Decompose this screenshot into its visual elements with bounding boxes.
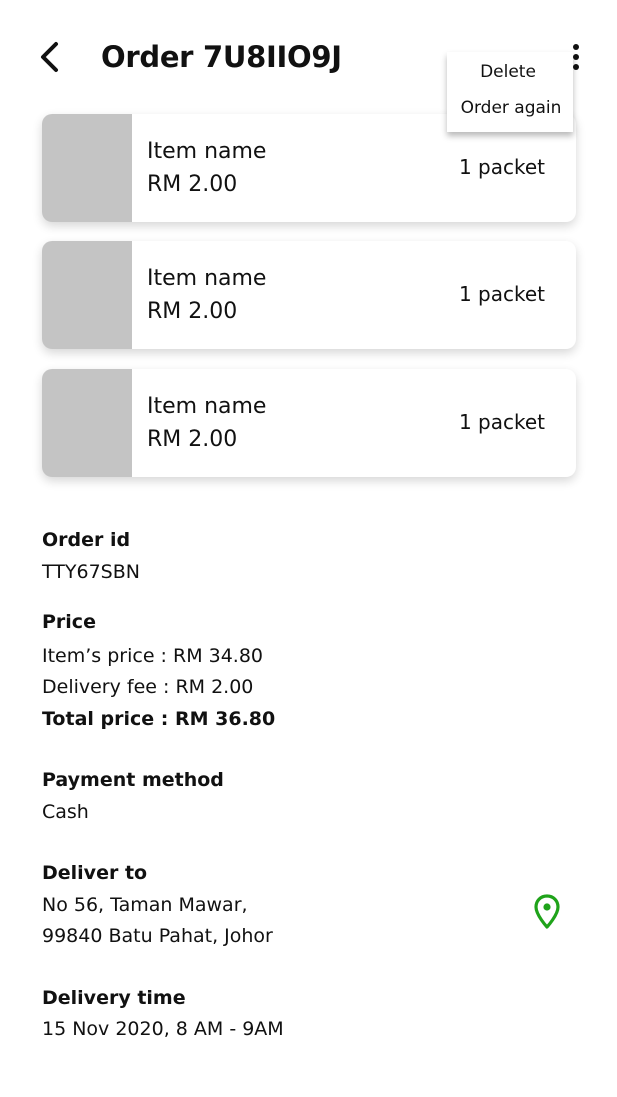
items-price-value: Item’s price : RM 34.80 xyxy=(42,645,264,667)
item-quantity: 1 packet xyxy=(458,282,545,306)
page-title: Order 7U8IIO9J xyxy=(101,40,342,74)
item-quantity: 1 packet xyxy=(458,410,545,434)
item-image-placeholder xyxy=(42,241,132,349)
item-name: Item name xyxy=(147,266,267,291)
delivery-fee-value: Delivery fee : RM 2.00 xyxy=(42,676,254,698)
item-price: RM 2.00 xyxy=(147,172,238,197)
payment-method-value: Cash xyxy=(42,801,89,823)
item-price: RM 2.00 xyxy=(147,299,238,324)
order-item-card[interactable]: Item name RM 2.00 1 packet xyxy=(42,369,576,477)
payment-method-label: Payment method xyxy=(42,769,224,791)
options-menu: Delete Order again xyxy=(447,52,573,132)
item-image-placeholder xyxy=(42,369,132,477)
item-name: Item name xyxy=(147,139,267,164)
item-name: Item name xyxy=(147,394,267,419)
menu-item-delete[interactable]: Delete xyxy=(447,61,569,83)
menu-item-order-again[interactable]: Order again xyxy=(447,97,575,119)
order-id-label: Order id xyxy=(42,529,131,551)
more-vertical-icon xyxy=(573,44,579,50)
deliver-to-label: Deliver to xyxy=(42,862,148,884)
item-quantity: 1 packet xyxy=(458,155,545,179)
address-line-1: No 56, Taman Mawar, xyxy=(42,894,248,916)
order-item-card[interactable]: Item name RM 2.00 1 packet xyxy=(42,241,576,349)
location-pin-icon[interactable] xyxy=(533,894,561,930)
chevron-left-icon xyxy=(41,42,58,72)
item-price: RM 2.00 xyxy=(147,427,238,452)
back-button[interactable] xyxy=(34,38,70,76)
delivery-time-label: Delivery time xyxy=(42,987,186,1009)
order-id-value: TTY67SBN xyxy=(42,561,140,583)
total-price-value: Total price : RM 36.80 xyxy=(42,708,276,730)
delivery-time-value: 15 Nov 2020, 8 AM - 9AM xyxy=(42,1018,284,1040)
price-label: Price xyxy=(42,611,96,633)
item-image-placeholder xyxy=(42,114,132,222)
address-line-2: 99840 Batu Pahat, Johor xyxy=(42,925,273,947)
